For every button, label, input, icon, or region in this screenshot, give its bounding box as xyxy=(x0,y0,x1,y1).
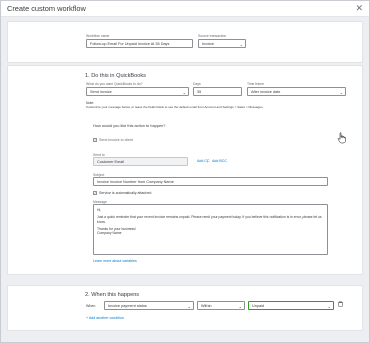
chevron-down-icon: ⌄ xyxy=(339,89,343,95)
action-value: Send invoice xyxy=(90,89,112,94)
workflow-name-label: Workflow name xyxy=(86,34,110,38)
chevron-down-icon: ⌄ xyxy=(182,89,186,95)
link-divider: | xyxy=(207,159,208,163)
action-section-card: 1. Do this in QuickBooks What do you wan… xyxy=(7,65,363,275)
chevron-down-icon: ⌄ xyxy=(239,41,243,47)
action-label: What do you want QuickBooks to do? xyxy=(86,82,143,86)
send-to-client-label: Send invoice to client xyxy=(99,138,133,142)
workflow-name-input[interactable]: Follow-up Email For Unpaid Invoice At 35… xyxy=(86,39,193,48)
action-select[interactable]: Send invoice ⌄ xyxy=(86,87,189,96)
close-icon[interactable]: ✕ xyxy=(355,3,363,14)
time-frame-value: After invoice date xyxy=(251,89,281,94)
days-input[interactable]: 35 xyxy=(193,87,242,96)
note-text: Customize your message below, or leave t… xyxy=(86,105,264,109)
condition-section-title: 2. When this happens xyxy=(85,292,140,298)
source-transaction-select[interactable]: Invoice ⌄ xyxy=(198,39,246,48)
condition-status-select[interactable]: Unpaid ⌄ xyxy=(248,301,334,310)
attach-checkbox[interactable]: ✓ xyxy=(93,191,97,195)
workflow-details-card: Workflow name Follow-up Email For Unpaid… xyxy=(7,21,363,63)
message-signoff: Thanks for your business! Company Name xyxy=(97,226,136,236)
modal-title: Create custom workflow xyxy=(7,4,86,13)
add-bcc-link[interactable]: Add BCC xyxy=(212,159,227,163)
trash-icon[interactable] xyxy=(338,301,343,307)
source-transaction-value: Invoice xyxy=(202,41,215,46)
chevron-down-icon: ⌄ xyxy=(327,303,331,309)
condition-section-card: 2. When this happens When Invoice paymen… xyxy=(7,285,363,331)
send-to-field[interactable]: Customer Email xyxy=(93,157,188,166)
action-section-title: 1. Do this in QuickBooks xyxy=(85,73,146,79)
message-body: Just a quick reminder that your recent i… xyxy=(97,215,322,224)
modal-header: Create custom workflow ✕ xyxy=(1,1,369,17)
workflow-modal: Create custom workflow ✕ Workflow name F… xyxy=(0,0,370,343)
add-condition-link[interactable]: + Add another condition xyxy=(86,316,124,320)
attach-label: Service is automatically attached xyxy=(99,191,152,195)
message-textarea[interactable]: Hi, Just a quick reminder that your rece… xyxy=(93,204,328,255)
message-greeting: Hi, xyxy=(97,208,102,212)
chevron-down-icon: ⌄ xyxy=(187,303,191,309)
condition-field-value: Invoice payment status xyxy=(108,303,147,308)
subject-input[interactable]: Invoice Invoice Number from Company Name xyxy=(93,177,328,186)
days-label: Days xyxy=(193,82,201,86)
condition-operator-value: Within xyxy=(201,303,212,308)
learn-more-variables-link[interactable]: Learn more about variables xyxy=(93,259,137,263)
send-to-client-checkbox[interactable]: ✓ xyxy=(93,138,97,142)
time-frame-label: Time frame xyxy=(247,82,265,86)
condition-operator-select[interactable]: Within ⌄ xyxy=(197,301,245,310)
condition-status-value: Unpaid xyxy=(252,303,265,308)
chevron-down-icon: ⌄ xyxy=(238,303,242,309)
source-transaction-label: Source transaction xyxy=(198,34,227,38)
hand-cursor-icon xyxy=(337,132,346,144)
when-label: When xyxy=(86,304,96,308)
time-frame-select[interactable]: After invoice date ⌄ xyxy=(247,87,346,96)
how-label: How would you like this action to happen… xyxy=(93,123,166,128)
condition-field-select[interactable]: Invoice payment status ⌄ xyxy=(104,301,194,310)
